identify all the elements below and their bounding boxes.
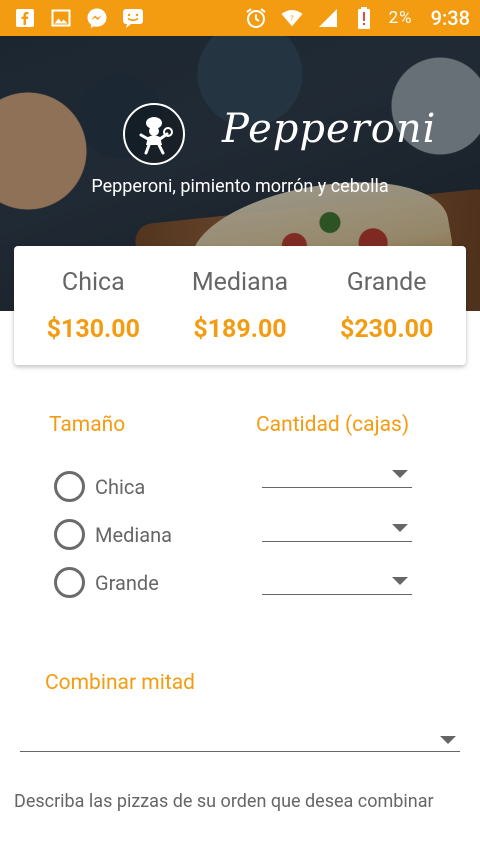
messenger-icon bbox=[86, 7, 108, 29]
size-section-label: Tamaño bbox=[49, 413, 126, 437]
price-value: $130.00 bbox=[46, 314, 140, 344]
quantity-section-label: Cantidad (cajas) bbox=[256, 413, 410, 437]
price-size-label: Mediana bbox=[191, 267, 289, 297]
price-size-label: Grande bbox=[346, 267, 427, 297]
signal-icon bbox=[317, 7, 339, 29]
combine-description-hint: Describa las pizzas de su orden que dese… bbox=[14, 791, 434, 812]
price-card: Chica $130.00 Mediana $189.00 Grande $23… bbox=[14, 246, 466, 365]
gallery-icon bbox=[50, 7, 72, 29]
chat-icon bbox=[122, 7, 144, 29]
dropdown-arrow-icon bbox=[392, 577, 408, 585]
radio-button[interactable] bbox=[54, 567, 85, 598]
price-column-chica: Chica $130.00 bbox=[23, 268, 163, 344]
product-title: Pepperoni bbox=[222, 106, 437, 152]
combine-half-label: Combinar mitad bbox=[45, 671, 195, 695]
price-value: $230.00 bbox=[339, 314, 434, 344]
product-subtitle: Pepperoni, pimiento morrón y cebolla bbox=[91, 176, 389, 197]
battery-percentage: 2% bbox=[388, 8, 413, 28]
size-option-chica[interactable]: Chica bbox=[54, 471, 145, 502]
dropdown-arrow-icon bbox=[392, 524, 408, 532]
size-option-grande[interactable]: Grande bbox=[54, 567, 159, 598]
radio-label: Mediana bbox=[95, 522, 173, 547]
wifi-icon: ? bbox=[281, 7, 303, 29]
status-bar: ? 2% 9:38 bbox=[0, 0, 480, 36]
price-size-label: Chica bbox=[61, 267, 125, 297]
radio-label: Chica bbox=[95, 474, 146, 499]
radio-button[interactable] bbox=[54, 471, 85, 502]
svg-text:?: ? bbox=[290, 14, 294, 23]
status-notifications bbox=[14, 7, 144, 29]
dropdown-arrow-icon bbox=[392, 470, 408, 478]
price-value: $189.00 bbox=[193, 314, 287, 344]
chef-logo-icon bbox=[123, 103, 185, 165]
combine-half-dropdown[interactable] bbox=[20, 726, 460, 752]
radio-button[interactable] bbox=[54, 519, 85, 550]
radio-label: Grande bbox=[95, 570, 159, 595]
price-column-mediana: Mediana $189.00 bbox=[170, 268, 310, 344]
status-system: ? 2% 9:38 bbox=[245, 6, 470, 30]
quantity-dropdown-mediana[interactable] bbox=[262, 522, 412, 542]
size-option-mediana[interactable]: Mediana bbox=[54, 519, 172, 550]
dropdown-arrow-icon bbox=[440, 736, 456, 744]
quantity-dropdown-grande[interactable] bbox=[262, 575, 412, 595]
clock: 9:38 bbox=[430, 6, 470, 30]
price-column-grande: Grande $230.00 bbox=[317, 268, 457, 344]
facebook-icon bbox=[14, 7, 36, 29]
alarm-icon bbox=[245, 7, 267, 29]
quantity-dropdown-chica[interactable] bbox=[262, 468, 412, 488]
battery-icon bbox=[353, 7, 375, 29]
